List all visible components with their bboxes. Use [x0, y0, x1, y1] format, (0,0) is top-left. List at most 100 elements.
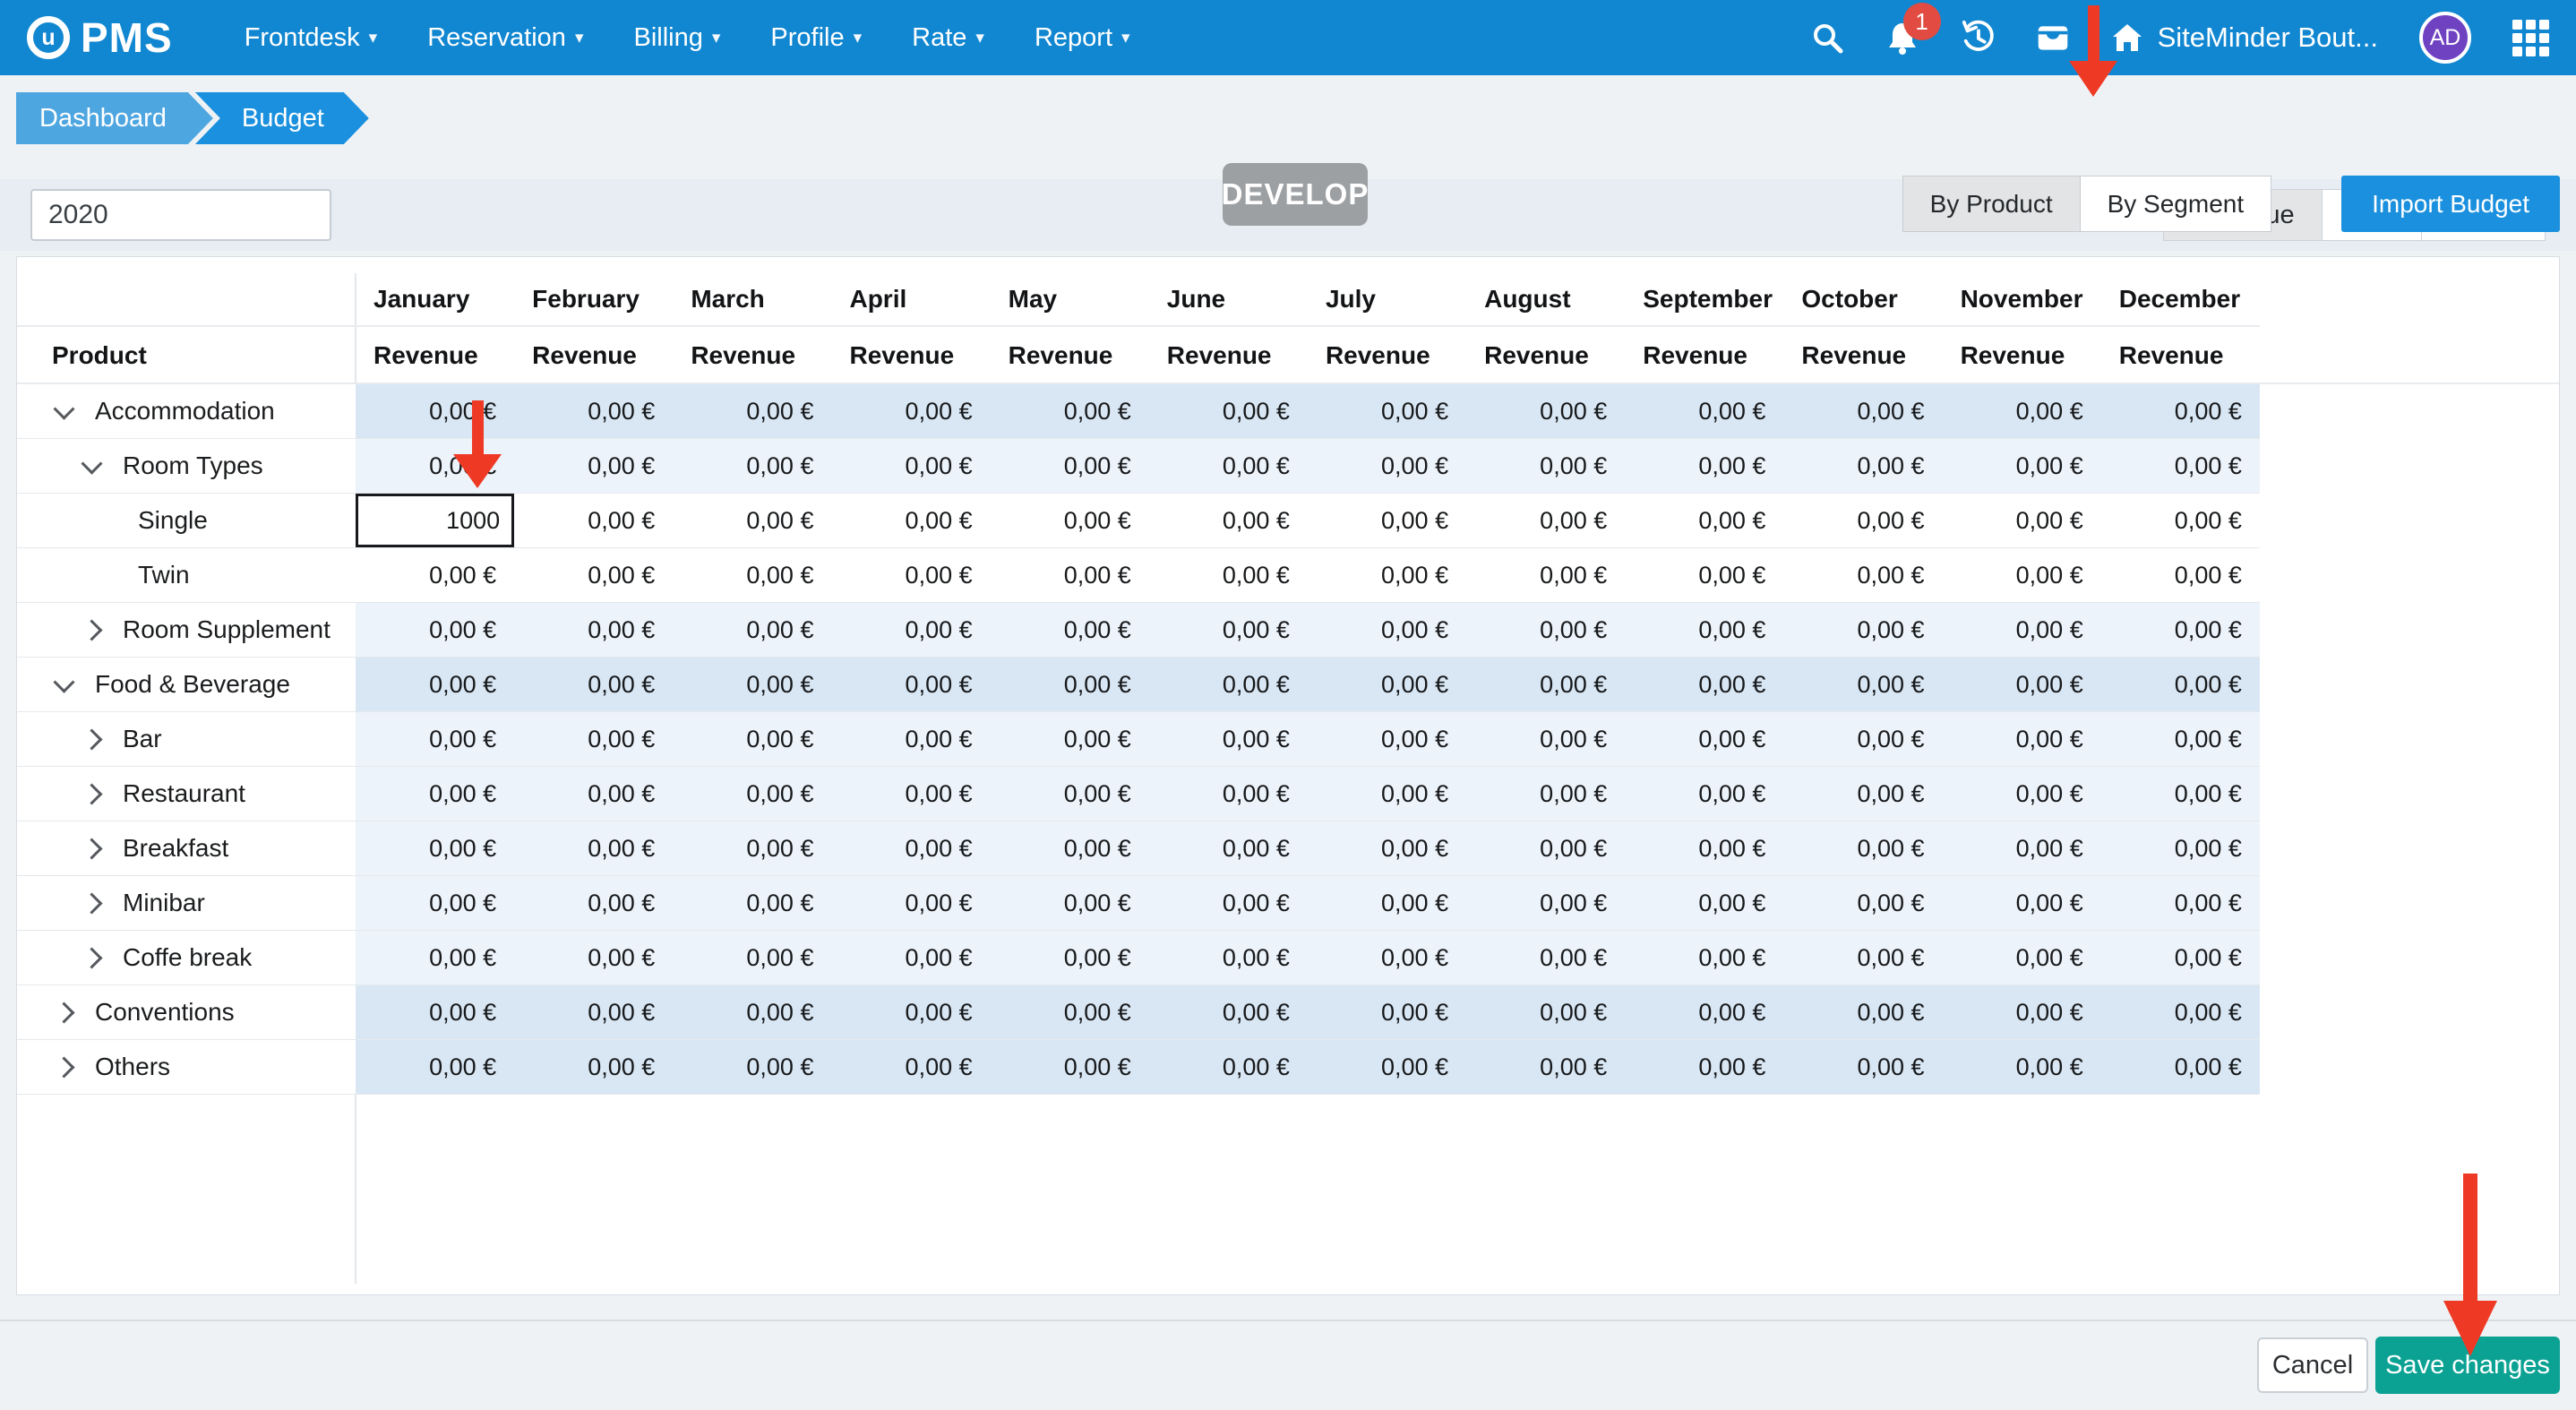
nav-menu-reservation[interactable]: Reservation▾: [427, 23, 583, 53]
cell-twin-march[interactable]: 0,00 €: [673, 548, 831, 602]
cell-others-december[interactable]: 0,00 €: [2101, 1040, 2260, 1094]
cell-conventions-april[interactable]: 0,00 €: [831, 985, 990, 1039]
cell-accommodation-july[interactable]: 0,00 €: [1308, 384, 1466, 438]
cell-room-types-december[interactable]: 0,00 €: [2101, 439, 2260, 493]
cell-accommodation-june[interactable]: 0,00 €: [1149, 384, 1308, 438]
property-switcher[interactable]: SiteMinder Bout...: [2111, 21, 2378, 54]
apps-grid-icon[interactable]: [2512, 20, 2549, 56]
cell-single-march[interactable]: 0,00 €: [673, 494, 831, 547]
cell-food-beverage-february[interactable]: 0,00 €: [514, 658, 673, 711]
product-cell-twin[interactable]: Twin: [17, 548, 356, 602]
cell-single-november[interactable]: 0,00 €: [1943, 494, 2101, 547]
cell-restaurant-may[interactable]: 0,00 €: [991, 767, 1149, 821]
cell-minibar-january[interactable]: 0,00 €: [356, 876, 514, 930]
cell-single-june[interactable]: 0,00 €: [1149, 494, 1308, 547]
nav-menu-billing[interactable]: Billing▾: [633, 23, 720, 53]
product-cell-others[interactable]: Others: [17, 1040, 356, 1094]
cell-breakfast-november[interactable]: 0,00 €: [1943, 821, 2101, 875]
cell-twin-september[interactable]: 0,00 €: [1625, 548, 1783, 602]
cell-twin-april[interactable]: 0,00 €: [831, 548, 990, 602]
nav-menu-report[interactable]: Report▾: [1035, 23, 1130, 53]
cell-food-beverage-december[interactable]: 0,00 €: [2101, 658, 2260, 711]
save-changes-button[interactable]: Save changes: [2375, 1337, 2560, 1394]
cell-bar-august[interactable]: 0,00 €: [1466, 712, 1625, 766]
cell-minibar-may[interactable]: 0,00 €: [991, 876, 1149, 930]
cell-room-supplement-october[interactable]: 0,00 €: [1783, 603, 1942, 657]
cell-restaurant-october[interactable]: 0,00 €: [1783, 767, 1942, 821]
cell-room-supplement-february[interactable]: 0,00 €: [514, 603, 673, 657]
cell-room-supplement-august[interactable]: 0,00 €: [1466, 603, 1625, 657]
cell-minibar-august[interactable]: 0,00 €: [1466, 876, 1625, 930]
cell-conventions-july[interactable]: 0,00 €: [1308, 985, 1466, 1039]
cell-restaurant-january[interactable]: 0,00 €: [356, 767, 514, 821]
cell-conventions-february[interactable]: 0,00 €: [514, 985, 673, 1039]
cell-others-august[interactable]: 0,00 €: [1466, 1040, 1625, 1094]
chevron-right-icon[interactable]: [81, 947, 102, 968]
cell-coffe-break-february[interactable]: 0,00 €: [514, 931, 673, 984]
cell-food-beverage-may[interactable]: 0,00 €: [991, 658, 1149, 711]
cell-room-types-october[interactable]: 0,00 €: [1783, 439, 1942, 493]
cell-single-july[interactable]: 0,00 €: [1308, 494, 1466, 547]
cell-room-supplement-april[interactable]: 0,00 €: [831, 603, 990, 657]
cell-coffe-break-june[interactable]: 0,00 €: [1149, 931, 1308, 984]
cell-conventions-november[interactable]: 0,00 €: [1943, 985, 2101, 1039]
cell-food-beverage-april[interactable]: 0,00 €: [831, 658, 990, 711]
cell-minibar-june[interactable]: 0,00 €: [1149, 876, 1308, 930]
cell-restaurant-september[interactable]: 0,00 €: [1625, 767, 1783, 821]
cell-conventions-december[interactable]: 0,00 €: [2101, 985, 2260, 1039]
cell-room-types-february[interactable]: 0,00 €: [514, 439, 673, 493]
cell-others-february[interactable]: 0,00 €: [514, 1040, 673, 1094]
nav-menu-profile[interactable]: Profile▾: [770, 23, 862, 53]
avatar[interactable]: AD: [2419, 12, 2471, 64]
cell-restaurant-august[interactable]: 0,00 €: [1466, 767, 1625, 821]
cell-others-september[interactable]: 0,00 €: [1625, 1040, 1783, 1094]
cell-conventions-september[interactable]: 0,00 €: [1625, 985, 1783, 1039]
chevron-right-icon[interactable]: [53, 1002, 74, 1023]
cell-room-supplement-september[interactable]: 0,00 €: [1625, 603, 1783, 657]
cell-bar-september[interactable]: 0,00 €: [1625, 712, 1783, 766]
cell-restaurant-december[interactable]: 0,00 €: [2101, 767, 2260, 821]
notifications-bell-icon[interactable]: 1: [1885, 21, 1919, 55]
nav-menu-rate[interactable]: Rate▾: [912, 23, 984, 53]
chevron-right-icon[interactable]: [81, 838, 102, 859]
cell-single-september[interactable]: 0,00 €: [1625, 494, 1783, 547]
cell-minibar-april[interactable]: 0,00 €: [831, 876, 990, 930]
cell-food-beverage-october[interactable]: 0,00 €: [1783, 658, 1942, 711]
cell-conventions-march[interactable]: 0,00 €: [673, 985, 831, 1039]
cell-others-january[interactable]: 0,00 €: [356, 1040, 514, 1094]
cell-accommodation-january[interactable]: 0,00 €: [356, 384, 514, 438]
cell-coffe-break-march[interactable]: 0,00 €: [673, 931, 831, 984]
cell-others-may[interactable]: 0,00 €: [991, 1040, 1149, 1094]
cell-minibar-july[interactable]: 0,00 €: [1308, 876, 1466, 930]
cell-coffe-break-april[interactable]: 0,00 €: [831, 931, 990, 984]
cell-accommodation-september[interactable]: 0,00 €: [1625, 384, 1783, 438]
chevron-right-icon[interactable]: [81, 619, 102, 641]
cell-twin-december[interactable]: 0,00 €: [2101, 548, 2260, 602]
cell-coffe-break-october[interactable]: 0,00 €: [1783, 931, 1942, 984]
chevron-down-icon[interactable]: [81, 452, 102, 474]
cell-breakfast-may[interactable]: 0,00 €: [991, 821, 1149, 875]
cell-room-types-july[interactable]: 0,00 €: [1308, 439, 1466, 493]
cell-breakfast-july[interactable]: 0,00 €: [1308, 821, 1466, 875]
cell-twin-february[interactable]: 0,00 €: [514, 548, 673, 602]
history-icon[interactable]: [1961, 21, 1995, 55]
cell-bar-june[interactable]: 0,00 €: [1149, 712, 1308, 766]
cell-twin-july[interactable]: 0,00 €: [1308, 548, 1466, 602]
cell-room-types-june[interactable]: 0,00 €: [1149, 439, 1308, 493]
product-cell-restaurant[interactable]: Restaurant: [17, 767, 356, 821]
cell-food-beverage-june[interactable]: 0,00 €: [1149, 658, 1308, 711]
cell-room-types-september[interactable]: 0,00 €: [1625, 439, 1783, 493]
cell-minibar-march[interactable]: 0,00 €: [673, 876, 831, 930]
cell-single-may[interactable]: 0,00 €: [991, 494, 1149, 547]
product-cell-coffe-break[interactable]: Coffe break: [17, 931, 356, 984]
year-input[interactable]: [30, 189, 331, 241]
cell-breakfast-march[interactable]: 0,00 €: [673, 821, 831, 875]
cell-bar-december[interactable]: 0,00 €: [2101, 712, 2260, 766]
cell-conventions-october[interactable]: 0,00 €: [1783, 985, 1942, 1039]
product-cell-accommodation[interactable]: Accommodation: [17, 384, 356, 438]
product-cell-bar[interactable]: Bar: [17, 712, 356, 766]
cell-coffe-break-january[interactable]: 0,00 €: [356, 931, 514, 984]
cell-single-december[interactable]: 0,00 €: [2101, 494, 2260, 547]
cell-accommodation-august[interactable]: 0,00 €: [1466, 384, 1625, 438]
cell-restaurant-february[interactable]: 0,00 €: [514, 767, 673, 821]
